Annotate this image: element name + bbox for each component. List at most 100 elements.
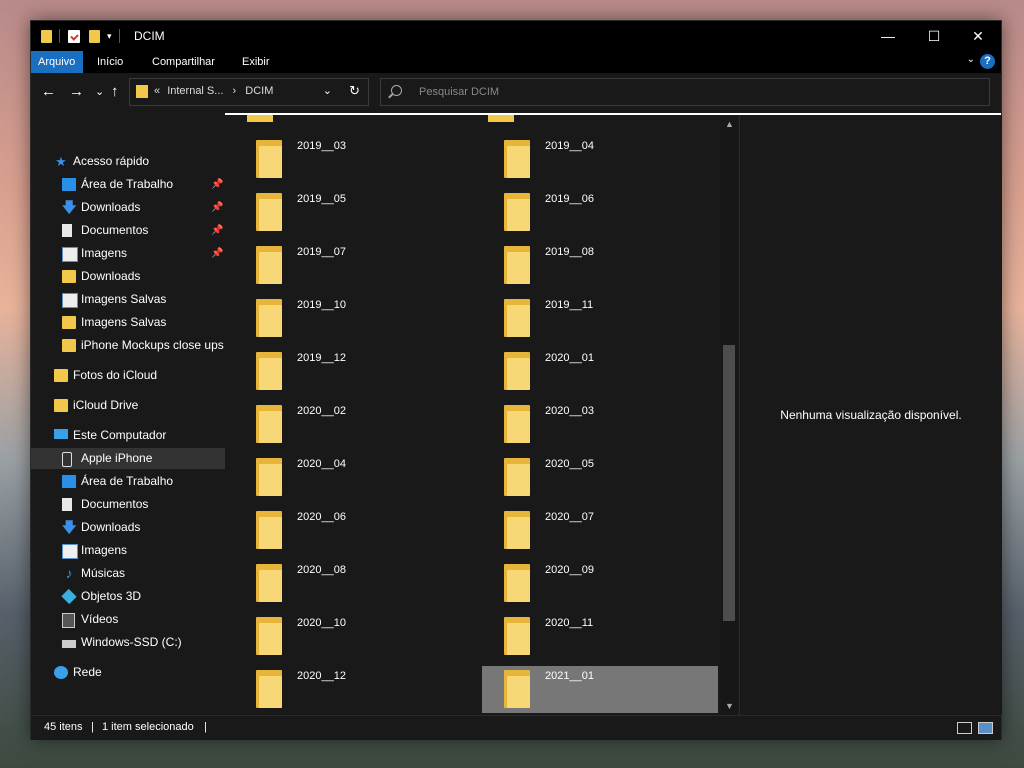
folder-name: 2020__04 <box>297 458 346 470</box>
properties-icon[interactable] <box>68 29 80 43</box>
pin-icon[interactable]: 📌 <box>211 243 223 264</box>
scroll-thumb[interactable] <box>723 345 735 621</box>
address-dropdown-icon[interactable]: ⌄ <box>323 84 332 97</box>
scroll-down-icon[interactable]: ▼ <box>725 701 734 711</box>
sidebar-item-label: Downloads <box>81 200 141 214</box>
sidebar-item[interactable]: Documentos 📌 <box>31 220 225 241</box>
search-box[interactable] <box>380 78 990 106</box>
sidebar-item[interactable]: Área de Trabalho <box>31 471 225 492</box>
forward-arrow-icon[interactable]: → <box>69 83 84 101</box>
folder-icon <box>504 246 530 284</box>
folder-item[interactable]: 2019__12 <box>234 348 470 395</box>
folder-icon <box>247 115 273 122</box>
network-icon <box>54 666 68 679</box>
sidebar-item[interactable]: ♪ Músicas <box>31 563 225 584</box>
sidebar-item[interactable]: Windows-SSD (C:) <box>31 632 225 653</box>
breadcrumb-overflow[interactable]: « <box>154 85 160 97</box>
new-folder-icon[interactable] <box>89 29 100 43</box>
folder-name: 2019__04 <box>545 140 594 152</box>
tab-arquivo[interactable]: Arquivo <box>31 51 83 73</box>
pin-icon[interactable]: 📌 <box>211 220 223 241</box>
details-view-icon[interactable] <box>957 722 972 734</box>
sidebar-item[interactable]: Rede <box>31 662 225 683</box>
refresh-icon[interactable]: ↻ <box>349 83 360 99</box>
folder-icon <box>488 115 514 122</box>
pin-icon[interactable]: 📌 <box>211 197 223 218</box>
folder-icon <box>62 339 76 352</box>
sidebar-item[interactable]: Vídeos <box>31 609 225 630</box>
folder-item[interactable]: 2020__09 <box>482 560 718 607</box>
minimize-button[interactable]: — <box>865 21 911 51</box>
folder-item[interactable]: 2019__04 <box>482 136 718 183</box>
folder-name: 2019__03 <box>297 140 346 152</box>
customize-toolbar-icon[interactable]: ▾ <box>107 31 112 42</box>
folder-item[interactable]: 2020__04 <box>234 454 470 501</box>
sidebar-item[interactable]: ★ Acesso rápido <box>31 151 225 172</box>
sidebar-item[interactable]: iCloud Drive <box>31 395 225 416</box>
sidebar-item[interactable]: Documentos <box>31 494 225 515</box>
back-arrow-icon[interactable]: ← <box>41 83 56 101</box>
folder-item[interactable]: 2019__07 <box>234 242 470 289</box>
folder-item[interactable]: 2019__05 <box>234 189 470 236</box>
folder-item[interactable]: 2020__08 <box>234 560 470 607</box>
expand-ribbon-icon[interactable]: ⌄ <box>967 54 975 65</box>
sidebar-item-label: Área de Trabalho <box>81 177 174 191</box>
breadcrumb-dcim[interactable]: DCIM <box>245 85 273 97</box>
sidebar-item[interactable]: Imagens Salvas <box>31 289 225 310</box>
folder-icon[interactable] <box>41 29 52 43</box>
folder-icon <box>54 369 68 382</box>
tab-inicio[interactable]: Início <box>89 51 131 73</box>
sidebar-item[interactable]: Imagens 📌 <box>31 243 225 264</box>
folder-item[interactable]: 2019__10 <box>234 295 470 342</box>
phone-icon <box>62 452 72 467</box>
folder-item[interactable]: 2021__01 <box>482 666 718 713</box>
folder-item[interactable]: 2019__11 <box>482 295 718 342</box>
sidebar-item[interactable]: Downloads <box>31 266 225 287</box>
folder-item[interactable]: 2019__06 <box>482 189 718 236</box>
vertical-scrollbar[interactable]: ▲ ▼ <box>721 115 737 715</box>
close-button[interactable]: ✕ <box>955 21 1001 51</box>
breadcrumb-internal-storage[interactable]: Internal S... <box>167 85 223 97</box>
folder-item[interactable]: 2020__05 <box>482 454 718 501</box>
sidebar-item[interactable]: iPhone Mockups close ups <box>31 335 225 356</box>
tab-exibir[interactable]: Exibir <box>234 51 278 73</box>
folder-item[interactable]: 2020__03 <box>482 401 718 448</box>
folder-icon <box>256 511 282 549</box>
sidebar-item[interactable]: Fotos do iCloud <box>31 365 225 386</box>
folder-item[interactable]: 2020__02 <box>234 401 470 448</box>
pin-icon[interactable]: 📌 <box>211 174 223 195</box>
address-bar[interactable]: « Internal S... › DCIM ⌄ ↻ <box>129 78 369 106</box>
folder-item[interactable]: 2020__01 <box>482 348 718 395</box>
search-input[interactable] <box>417 83 981 101</box>
folder-icon <box>62 316 76 329</box>
sidebar-item[interactable]: 🡇 Downloads <box>31 517 225 538</box>
folder-name: 2019__07 <box>297 246 346 258</box>
breadcrumb-separator[interactable]: › <box>233 85 237 97</box>
document-icon <box>62 224 72 237</box>
folder-item[interactable]: 2020__06 <box>234 507 470 554</box>
tab-compartilhar[interactable]: Compartilhar <box>144 51 223 73</box>
up-arrow-icon[interactable]: ↑ <box>111 83 119 101</box>
sidebar-item[interactable]: Imagens Salvas <box>31 312 225 333</box>
folder-item[interactable]: 2020__10 <box>234 613 470 660</box>
recent-locations-icon[interactable]: ⌄ <box>95 83 104 101</box>
sidebar-item[interactable]: 🡇 Downloads 📌 <box>31 197 225 218</box>
sidebar-item-label: Músicas <box>81 566 126 580</box>
folder-item[interactable]: 2019__03 <box>234 136 470 183</box>
help-icon[interactable]: ? <box>980 54 995 69</box>
folder-item[interactable]: 2020__11 <box>482 613 718 660</box>
maximize-button[interactable]: ☐ <box>911 21 957 51</box>
folder-item[interactable]: 2019__08 <box>482 242 718 289</box>
status-separator: | <box>204 721 207 733</box>
sidebar-item[interactable]: Área de Trabalho 📌 <box>31 174 225 195</box>
folder-item[interactable]: 2020__07 <box>482 507 718 554</box>
folder-icon <box>504 193 530 231</box>
sidebar-item[interactable]: Objetos 3D <box>31 586 225 607</box>
sidebar-item[interactable]: Apple iPhone <box>31 448 225 469</box>
scroll-up-icon[interactable]: ▲ <box>725 119 734 129</box>
sidebar-item[interactable]: Imagens <box>31 540 225 561</box>
folder-icon <box>54 399 68 412</box>
large-icons-view-icon[interactable] <box>978 722 993 734</box>
folder-item[interactable]: 2020__12 <box>234 666 470 713</box>
sidebar-item[interactable]: Este Computador <box>31 425 225 446</box>
